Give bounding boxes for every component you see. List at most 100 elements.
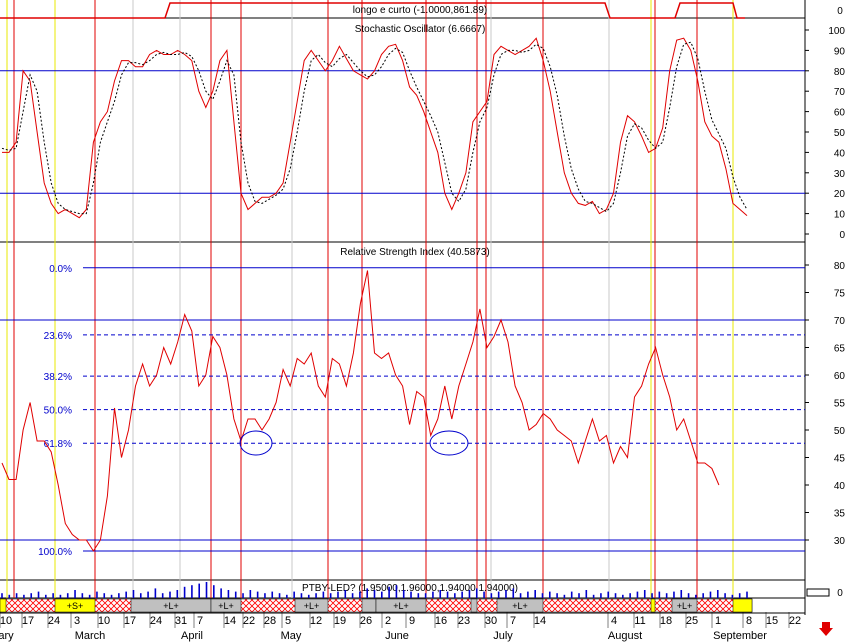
signal-label: +L+ bbox=[304, 601, 320, 611]
volume-bar bbox=[337, 591, 339, 598]
month-label: March bbox=[75, 630, 106, 642]
stochastic-tick-label: 0 bbox=[839, 230, 845, 241]
signal-label: +S+ bbox=[67, 601, 84, 611]
rsi-tick-label: 70 bbox=[834, 316, 846, 327]
volume-bar bbox=[490, 593, 493, 598]
date-tick-label: 5 bbox=[285, 615, 291, 627]
signal-label: +L+ bbox=[163, 601, 179, 611]
volume-bar bbox=[103, 593, 106, 598]
volume-bar bbox=[680, 590, 683, 598]
volume-bar bbox=[695, 594, 697, 598]
volume-bar bbox=[373, 590, 376, 598]
volume-bar bbox=[59, 594, 62, 598]
volume-bar bbox=[329, 593, 332, 598]
date-tick-label: 14 bbox=[534, 615, 546, 627]
date-tick-label: 9 bbox=[409, 615, 415, 627]
date-tick-label: 15 bbox=[766, 615, 778, 627]
date-tick-label: 14 bbox=[224, 615, 236, 627]
volume-bar bbox=[96, 591, 98, 598]
volume-bar bbox=[307, 594, 310, 598]
fib-level-label: 23.6% bbox=[44, 331, 72, 342]
volume-bar bbox=[724, 593, 726, 598]
volume-bar bbox=[322, 591, 325, 598]
volume-bar bbox=[402, 590, 405, 598]
volume-bar bbox=[432, 591, 434, 598]
volume-bar bbox=[147, 591, 149, 598]
stochastic-tick-label: 30 bbox=[834, 169, 846, 180]
volume-bar bbox=[585, 590, 588, 598]
short-signal-block bbox=[732, 598, 753, 613]
date-tick-label: 26 bbox=[360, 615, 372, 627]
volume-bar bbox=[629, 593, 631, 598]
date-tick-label: 10 bbox=[0, 615, 12, 627]
stochastic-tick-label: 20 bbox=[834, 189, 846, 200]
volume-bar bbox=[278, 593, 281, 598]
rsi-tick-label: 35 bbox=[834, 509, 846, 520]
stochastic-tick-label: 70 bbox=[834, 87, 846, 98]
date-tick-label: 10 bbox=[98, 615, 110, 627]
volume-bar bbox=[286, 594, 288, 598]
date-tick-label: 11 bbox=[634, 615, 645, 627]
date-tick-label: 19 bbox=[334, 615, 346, 627]
date-tick-label: 4 bbox=[611, 615, 617, 627]
volume-bar bbox=[497, 591, 500, 598]
fib-level-label: 61.8% bbox=[44, 439, 72, 450]
volume-axis-label: 0 bbox=[837, 588, 843, 599]
short-signal-block bbox=[0, 598, 7, 613]
volume-bar bbox=[220, 588, 222, 598]
volume-bar bbox=[600, 593, 602, 598]
stochastic-tick-label: 100 bbox=[828, 26, 845, 37]
volume-bar bbox=[614, 593, 617, 598]
volume-bar bbox=[592, 594, 595, 598]
signal-label: +L+ bbox=[677, 601, 693, 611]
volume-bar bbox=[242, 593, 244, 598]
volume-bar bbox=[446, 591, 449, 598]
stochastic-tick-label: 10 bbox=[834, 210, 846, 221]
volume-bar bbox=[578, 593, 580, 598]
stochastic-tick-label: 60 bbox=[834, 108, 846, 119]
fib-level-label: 0.0% bbox=[49, 264, 72, 275]
month-label: June bbox=[385, 630, 409, 642]
volume-bar bbox=[673, 591, 675, 598]
volume-bar bbox=[381, 591, 383, 598]
date-tick-label: 28 bbox=[264, 615, 276, 627]
volume-bar bbox=[512, 588, 515, 598]
volume-bar bbox=[475, 588, 478, 598]
stochastic-tick-label: 90 bbox=[834, 46, 846, 57]
signal-label: +L+ bbox=[512, 601, 528, 611]
volume-bar bbox=[570, 591, 573, 598]
fib-level-label: 50.0% bbox=[44, 406, 72, 417]
volume-bar bbox=[8, 594, 11, 598]
volume-bar bbox=[731, 594, 734, 598]
volume-bar bbox=[205, 582, 208, 598]
date-tick-label: 25 bbox=[686, 615, 698, 627]
stochastic-title: Stochastic Oscillator (6.6667) bbox=[355, 24, 486, 35]
date-tick-label: 8 bbox=[746, 615, 752, 627]
volume-bar bbox=[468, 590, 471, 598]
volume-bar bbox=[359, 591, 361, 598]
volume-bar bbox=[183, 586, 186, 598]
volume-bar bbox=[37, 591, 40, 598]
rsi-tick-label: 60 bbox=[834, 371, 846, 382]
volume-bar bbox=[702, 593, 704, 598]
volume-bar bbox=[746, 591, 748, 598]
volume-bar bbox=[366, 588, 368, 598]
rsi-tick-label: 30 bbox=[834, 536, 846, 547]
volume-bar bbox=[264, 593, 266, 598]
date-tick-label: 3 bbox=[74, 615, 80, 627]
volume-bar bbox=[161, 593, 164, 598]
date-tick-label: 31 bbox=[175, 615, 187, 627]
month-label: May bbox=[281, 630, 302, 642]
rsi-tick-label: 45 bbox=[834, 454, 846, 465]
volume-bar bbox=[395, 585, 398, 598]
volume-bar bbox=[132, 590, 135, 598]
signal-label: +L+ bbox=[393, 601, 409, 611]
volume-bar bbox=[622, 594, 624, 598]
volume-bar bbox=[74, 590, 76, 598]
volume-bar bbox=[154, 588, 157, 598]
date-tick-label: 18 bbox=[660, 615, 672, 627]
volume-bar bbox=[315, 593, 317, 598]
date-tick-label: 1 bbox=[715, 615, 721, 627]
volume-bar bbox=[293, 591, 295, 598]
volume-bar bbox=[300, 593, 303, 598]
